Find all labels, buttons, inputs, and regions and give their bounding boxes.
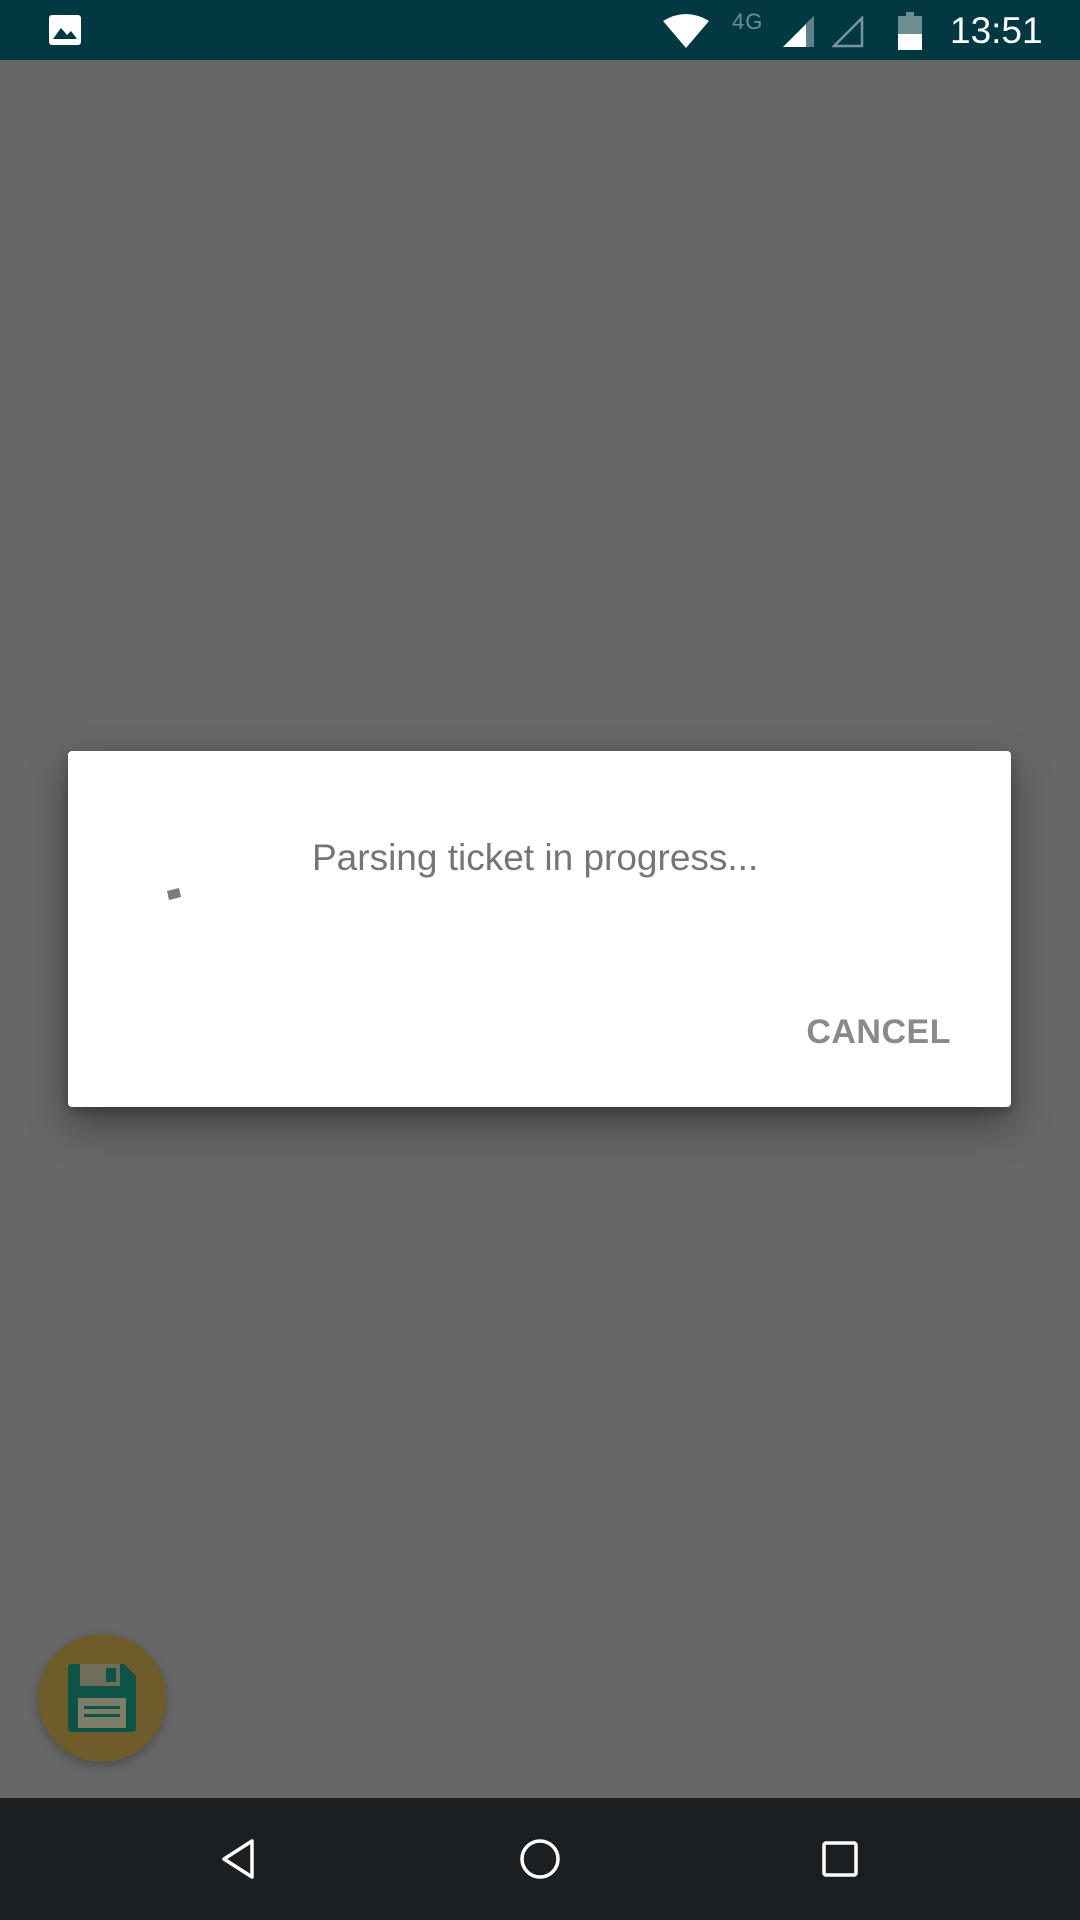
save-fab-button[interactable] [38,1634,166,1762]
wifi-icon [663,14,709,48]
cancel-button[interactable]: CANCEL [786,1005,971,1060]
dialog-message: Parsing ticket in progress... [312,837,759,878]
recents-icon[interactable] [816,1835,864,1883]
clock: 13:51 [950,10,1043,51]
home-icon[interactable] [516,1835,564,1883]
gallery-icon [49,15,81,45]
status-bar: 4G 13:51 [0,0,1080,60]
battery-icon [898,12,922,50]
save-icon [68,1664,136,1732]
back-icon[interactable] [216,1835,264,1883]
signal-empty-icon [832,16,864,48]
progress-dialog: Parsing ticket in progress... CANCEL [68,751,1011,1107]
network-type-label: 4G [732,9,764,34]
navigation-bar [0,1798,1080,1920]
signal-icon [783,16,814,47]
spinner-icon [167,888,181,900]
